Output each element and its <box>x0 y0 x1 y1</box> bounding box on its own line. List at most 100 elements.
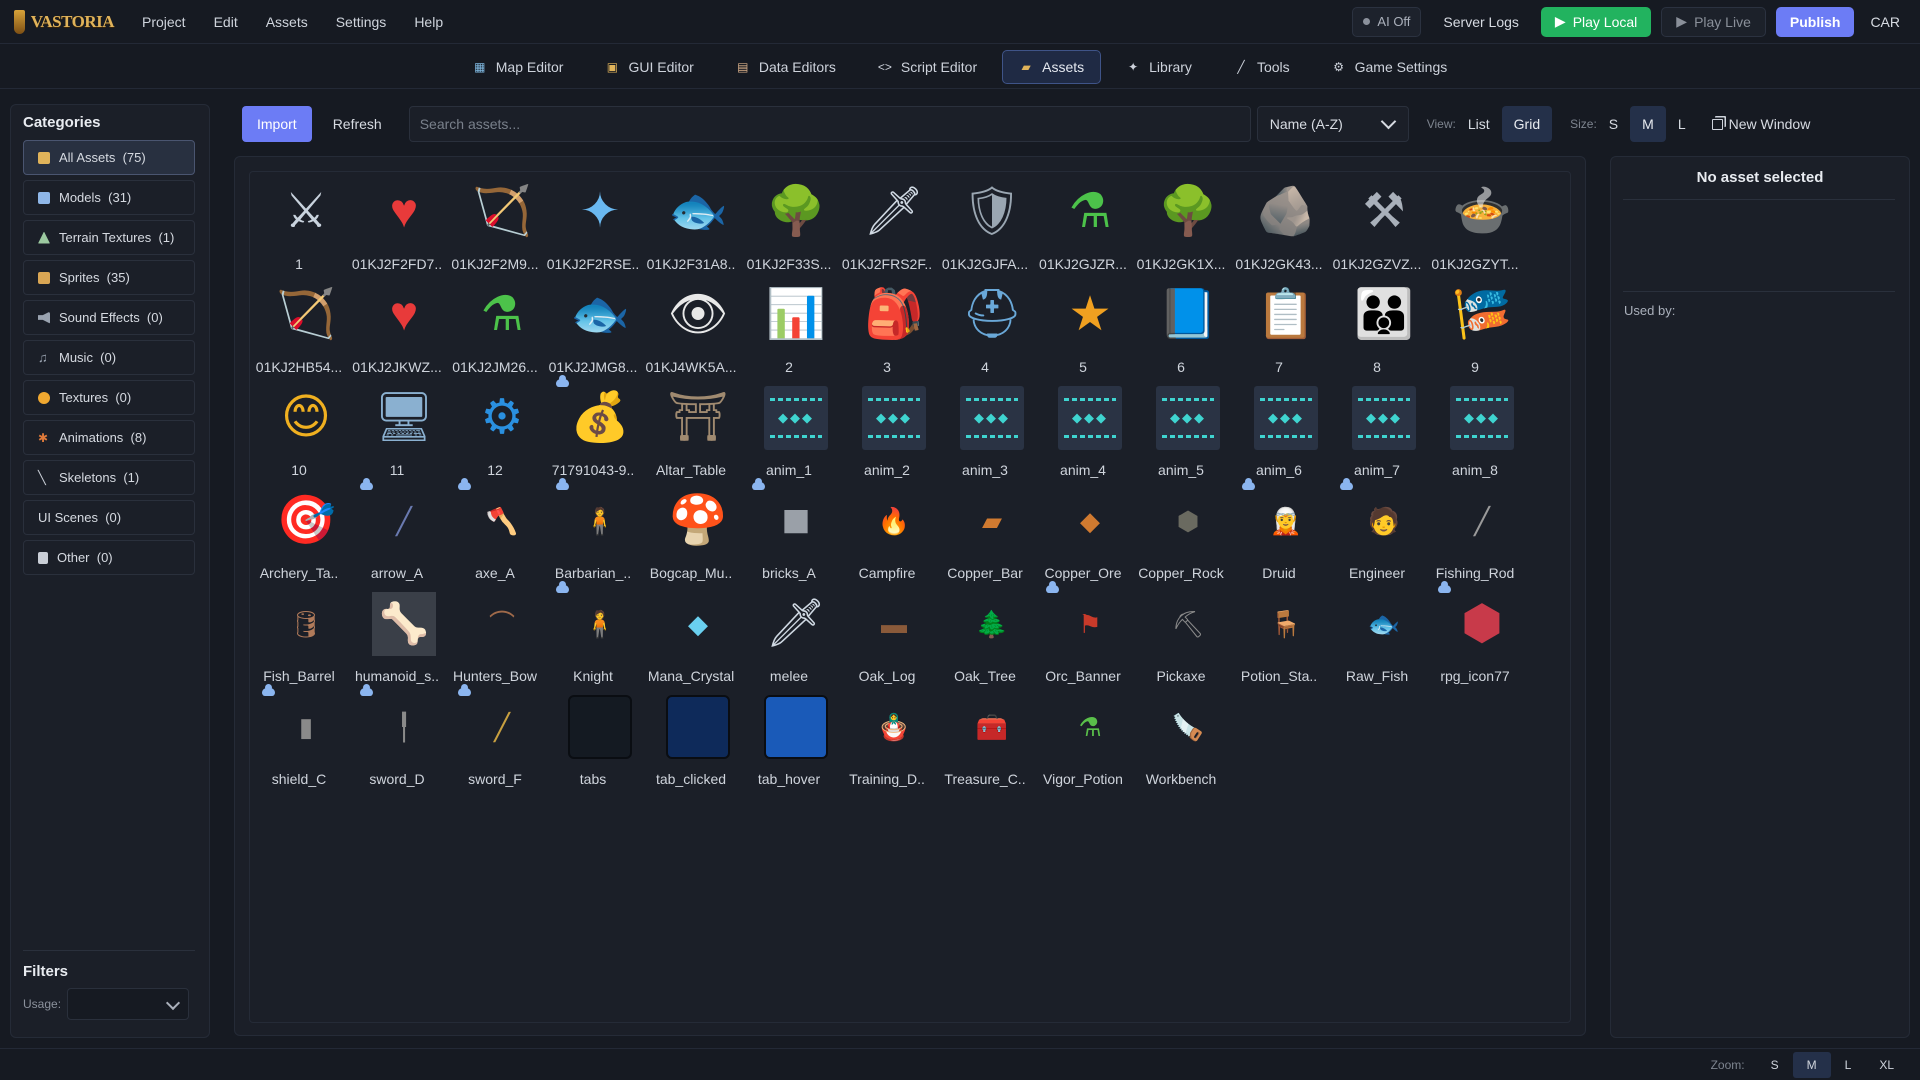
play-live-button[interactable]: ▶ Play Live <box>1661 6 1766 37</box>
asset-tile[interactable]: 📘 6 <box>1132 279 1230 382</box>
category-terrain-textures[interactable]: Terrain Textures (1) <box>23 220 195 255</box>
asset-tile[interactable]: tab_hover <box>740 691 838 794</box>
asset-tile[interactable]: ╿ sword_D <box>348 684 446 794</box>
server-logs-button[interactable]: Server Logs <box>1431 7 1530 37</box>
asset-tile[interactable]: 📊 2 <box>740 279 838 382</box>
category-models[interactable]: Models (31) <box>23 180 195 215</box>
asset-tile[interactable]: ▬ Oak_Log <box>838 588 936 691</box>
usage-select[interactable] <box>67 988 190 1020</box>
asset-tile[interactable]: 🍲 01KJ2GZYT... <box>1426 176 1524 279</box>
tab-map-editor[interactable]: ▦ Map Editor <box>456 50 581 84</box>
asset-tile[interactable]: ⚗ 01KJ2JM26... <box>446 279 544 382</box>
asset-tile[interactable]: ⛏ Pickaxe <box>1132 588 1230 691</box>
asset-tile[interactable]: ▮ shield_C <box>250 684 348 794</box>
asset-tile[interactable]: 👪 8 <box>1328 279 1426 382</box>
category-all-assets[interactable]: All Assets (75) <box>23 140 195 175</box>
asset-tile[interactable]: ╱ arrow_A <box>348 478 446 588</box>
tab-script-editor[interactable]: <> Script Editor <box>861 50 994 84</box>
asset-tile[interactable]: ◆◆◆ anim_4 <box>1034 382 1132 485</box>
size-s-button[interactable]: S <box>1597 106 1630 142</box>
category-other[interactable]: Other (0) <box>23 540 195 575</box>
asset-tile[interactable]: ◆◆◆ anim_3 <box>936 382 1034 485</box>
asset-tile[interactable]: ◆◆◆ anim_8 <box>1426 382 1524 485</box>
new-window-button[interactable]: New Window <box>1711 116 1810 132</box>
app-logo[interactable]: VASTORIA <box>14 9 115 34</box>
asset-tile[interactable]: 😊 10 <box>250 382 348 485</box>
asset-tile[interactable]: 🧝 Druid <box>1230 478 1328 588</box>
asset-tile[interactable]: 🔥 Campfire <box>838 485 936 588</box>
asset-tile[interactable]: 🍄 Bogcap_Mu.. <box>642 485 740 588</box>
asset-tile[interactable]: 🧑 Engineer <box>1328 478 1426 588</box>
asset-tile[interactable]: 🐟 01KJ2F31A8.. <box>642 176 740 279</box>
asset-tile[interactable]: ◆◆◆ anim_7 <box>1328 382 1426 485</box>
asset-tile[interactable]: 👁 01KJ4WK5A... <box>642 279 740 382</box>
tab-gui-editor[interactable]: ▣ GUI Editor <box>588 50 710 84</box>
view-list-button[interactable]: List <box>1456 106 1502 142</box>
sort-select[interactable]: Name (A-Z) <box>1256 106 1409 142</box>
tab-assets[interactable]: ▰ Assets <box>1002 49 1102 84</box>
asset-tile[interactable]: tab_clicked <box>642 691 740 794</box>
asset-tile[interactable]: 🎯 Archery_Ta.. <box>250 485 348 588</box>
asset-tile[interactable]: 🪑 Potion_Sta.. <box>1230 588 1328 691</box>
asset-tile[interactable]: ⚗ 01KJ2GJZR... <box>1034 176 1132 279</box>
publish-button[interactable]: Publish <box>1775 6 1855 37</box>
asset-tile[interactable]: ⌒ Hunters_Bow <box>446 588 544 691</box>
size-l-button[interactable]: L <box>1666 106 1698 142</box>
asset-tile[interactable]: ⬢ Copper_Rock <box>1132 485 1230 588</box>
asset-tile[interactable]: 🗡 melee <box>740 588 838 691</box>
zoom-m-button[interactable]: M <box>1792 1051 1831 1078</box>
zoom-s-button[interactable]: S <box>1757 1052 1793 1078</box>
asset-tile[interactable]: 🌲 Oak_Tree <box>936 588 1034 691</box>
asset-tile[interactable]: 🪓 axe_A <box>446 478 544 588</box>
asset-tile[interactable]: ♥ 01KJ2F2FD7.. <box>348 176 446 279</box>
asset-tile[interactable]: 🧍 Knight <box>544 581 642 691</box>
asset-tile[interactable]: ⛩ Altar_Table <box>642 382 740 485</box>
asset-tile[interactable]: 🦴 humanoid_s.. <box>348 588 446 691</box>
asset-tile[interactable]: 🏹 01KJ2F2M9... <box>446 176 544 279</box>
asset-tile[interactable]: ◆◆◆ anim_1 <box>740 382 838 485</box>
asset-tile[interactable]: ╱ sword_F <box>446 684 544 794</box>
zoom-xl-button[interactable]: XL <box>1865 1052 1908 1078</box>
category-sound-effects[interactable]: Sound Effects (0) <box>23 300 195 335</box>
refresh-button[interactable]: Refresh <box>318 106 397 142</box>
import-button[interactable]: Import <box>242 106 312 142</box>
asset-tile[interactable]: ◆◆◆ anim_2 <box>838 382 936 485</box>
asset-tile[interactable]: 🪆 Training_D.. <box>838 691 936 794</box>
category-ui-scenes[interactable]: UI Scenes (0) <box>23 500 195 535</box>
asset-tile[interactable]: 🪚 Workbench <box>1132 691 1230 794</box>
asset-tile[interactable]: ★ 5 <box>1034 279 1132 382</box>
asset-tile[interactable]: ◆ Mana_Crystal <box>642 588 740 691</box>
ai-toggle-button[interactable]: AI Off <box>1352 6 1422 37</box>
category-sprites[interactable]: Sprites (35) <box>23 260 195 295</box>
menu-project[interactable]: Project <box>142 14 186 30</box>
menu-edit[interactable]: Edit <box>214 14 238 30</box>
asset-tile[interactable]: 🗡 01KJ2FRS2F.. <box>838 176 936 279</box>
asset-tile[interactable]: ◆◆◆ anim_6 <box>1230 382 1328 485</box>
asset-tile[interactable]: 💰 71791043-9.. <box>544 375 642 485</box>
category-animations[interactable]: ✱ Animations (8) <box>23 420 195 455</box>
asset-tile[interactable]: ⚒ 01KJ2GZVZ... <box>1328 176 1426 279</box>
asset-tile[interactable]: 🧰 Treasure_C.. <box>936 691 1034 794</box>
asset-tile[interactable]: 🐟 01KJ2JMG8... <box>544 279 642 382</box>
category-music[interactable]: ♫ Music (0) <box>23 340 195 375</box>
tab-library[interactable]: ✦ Library <box>1109 50 1209 84</box>
menu-help[interactable]: Help <box>414 14 443 30</box>
asset-tile[interactable]: 🛡 01KJ2GJFA... <box>936 176 1034 279</box>
asset-tile[interactable]: ⚔ 1 <box>250 176 348 279</box>
asset-tile[interactable]: 🌳 01KJ2GK1X... <box>1132 176 1230 279</box>
asset-tile[interactable]: ▰ Copper_Bar <box>936 485 1034 588</box>
menu-settings[interactable]: Settings <box>336 14 387 30</box>
asset-tile[interactable]: 🖥 11 <box>348 382 446 485</box>
asset-tile[interactable]: 🎏 9 <box>1426 279 1524 382</box>
zoom-l-button[interactable]: L <box>1831 1052 1866 1078</box>
menu-assets[interactable]: Assets <box>266 14 308 30</box>
asset-tile[interactable]: ◆ Copper_Ore <box>1034 485 1132 588</box>
asset-tile[interactable]: ⚙ 12 <box>446 382 544 485</box>
asset-tile[interactable]: ⬢ rpg_icon77 <box>1426 581 1524 691</box>
asset-tile[interactable]: ◆◆◆ anim_5 <box>1132 382 1230 485</box>
tab-data-editors[interactable]: ▤ Data Editors <box>719 50 853 84</box>
search-input[interactable] <box>408 106 1251 142</box>
asset-tile[interactable]: 🎒 3 <box>838 279 936 382</box>
tab-game-settings[interactable]: ⚙ Game Settings <box>1315 50 1465 84</box>
asset-tile[interactable]: 🛢 Fish_Barrel <box>250 588 348 691</box>
